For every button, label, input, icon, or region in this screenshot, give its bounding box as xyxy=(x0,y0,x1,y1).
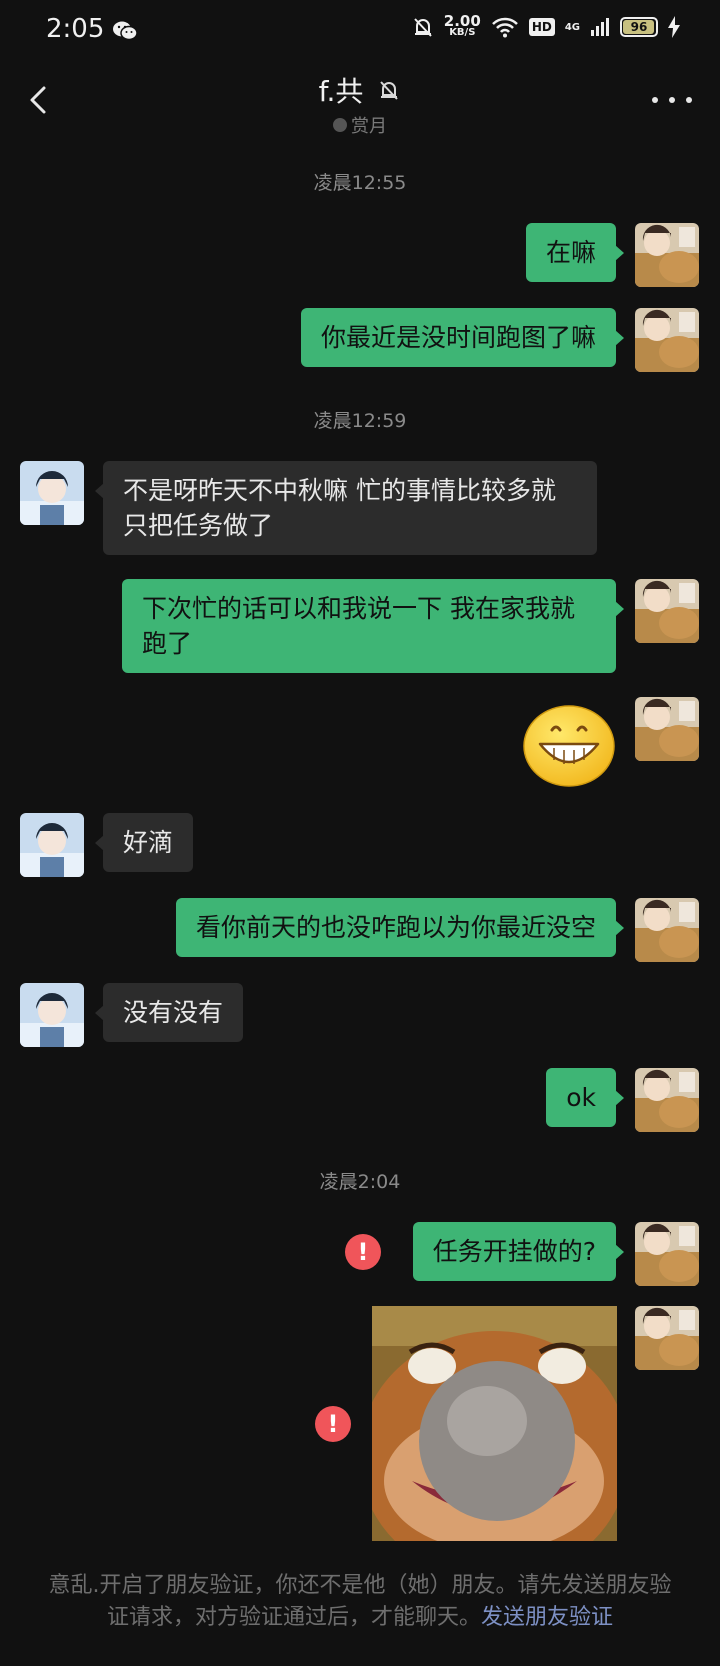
chat-title: f.共 xyxy=(318,75,364,108)
message-bubble-received[interactable]: 没有没有 xyxy=(94,983,244,1042)
message-bubble-sent[interactable]: 任务开挂做的? xyxy=(412,1222,625,1281)
message-bubble-received[interactable]: 不是呀昨天不中秋嘛 忙的事情比较多就只把任务做了 xyxy=(95,461,597,555)
wechat-icon xyxy=(113,21,138,41)
more-dots-icon[interactable] xyxy=(652,90,692,110)
message-bubble-received[interactable]: 好滴 xyxy=(94,813,194,872)
status-text: 赏月 xyxy=(351,116,387,137)
hd-badge: HD xyxy=(528,18,555,36)
mute-bell-icon xyxy=(380,81,399,100)
bear-meme-image[interactable] xyxy=(372,1306,617,1541)
message-bubble-sent[interactable]: 在嘛 xyxy=(525,223,625,282)
chat-header: f.共 赏月 xyxy=(0,62,720,142)
timestamp: 凌晨2:04 xyxy=(319,1171,401,1193)
message-bubble-sent[interactable]: 看你前天的也没咋跑以为你最近没空 xyxy=(175,898,625,957)
avatar[interactable] xyxy=(20,813,84,877)
avatar[interactable] xyxy=(635,1306,699,1370)
status-time: 2:05 xyxy=(46,14,105,44)
avatar[interactable] xyxy=(635,1068,699,1132)
send-verification-link[interactable]: 发送朋友验证 xyxy=(481,1605,613,1630)
avatar[interactable] xyxy=(635,308,699,372)
bell-off-icon xyxy=(414,18,432,37)
wifi-icon xyxy=(491,17,518,38)
timestamp: 凌晨12:59 xyxy=(313,410,407,432)
message-bubble-sent[interactable]: ok xyxy=(546,1068,624,1127)
avatar[interactable] xyxy=(20,983,84,1047)
status-bar: 2:05 2.00 KB/S HD 4G 96 xyxy=(0,0,720,62)
chat-status: 赏月 xyxy=(0,112,720,138)
friend-verification-notice: 意乱.开启了朋友验证，你还不是他（她）朋友。请先发送朋友验证请求，对方验证通过后… xyxy=(40,1570,680,1634)
battery-icon: 96 xyxy=(620,17,658,37)
message-bubble-sent[interactable]: 下次忙的话可以和我说一下 我在家我就跑了 xyxy=(122,579,624,673)
status-dot-icon xyxy=(333,118,347,132)
grin-emoji-icon[interactable] xyxy=(522,704,616,788)
avatar[interactable] xyxy=(635,579,699,643)
avatar[interactable] xyxy=(635,697,699,761)
message-bubble-sent[interactable]: 你最近是没时间跑图了嘛 xyxy=(300,308,625,367)
avatar[interactable] xyxy=(635,1222,699,1286)
charging-icon xyxy=(668,16,680,38)
timestamp: 凌晨12:55 xyxy=(313,172,407,194)
avatar[interactable] xyxy=(635,898,699,962)
signal-icon xyxy=(591,18,609,36)
avatar[interactable] xyxy=(635,223,699,287)
net-speed: 2.00 KB/S xyxy=(443,12,481,39)
error-icon[interactable]: ! xyxy=(345,1234,381,1270)
network-type: 4G xyxy=(564,21,580,33)
avatar[interactable] xyxy=(20,461,84,525)
error-icon[interactable]: ! xyxy=(315,1406,351,1442)
